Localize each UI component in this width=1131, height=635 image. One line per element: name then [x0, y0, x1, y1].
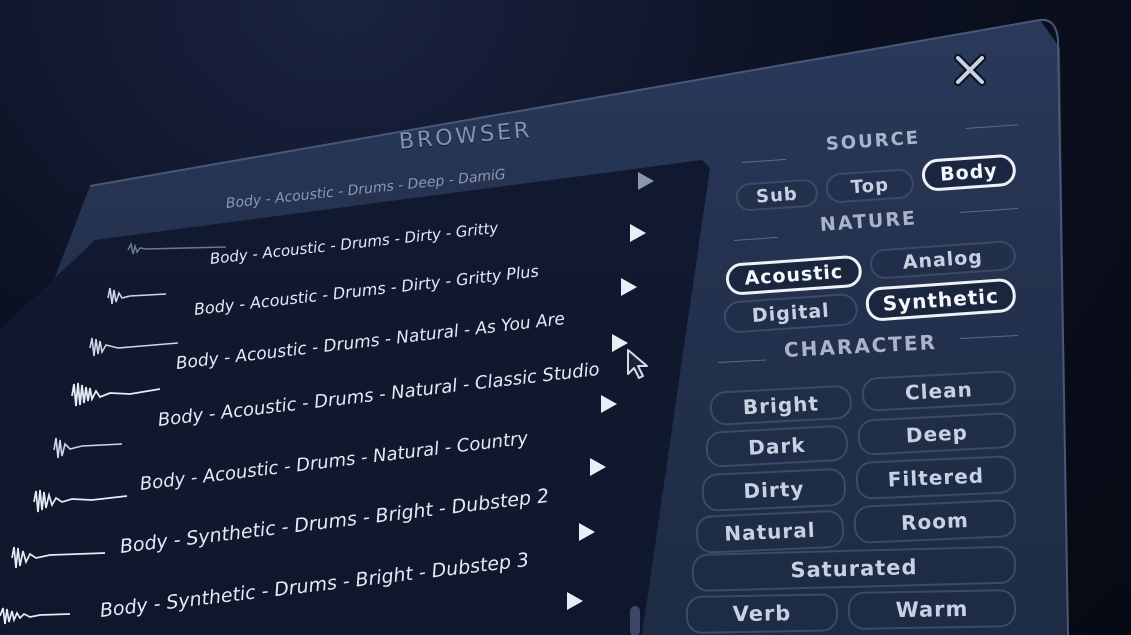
- play-icon[interactable]: [601, 395, 617, 413]
- play-icon[interactable]: [567, 592, 583, 610]
- play-icon[interactable]: [579, 523, 595, 541]
- browser-window: BROWSER Body - Acoustic - Drums - Deep -…: [0, 0, 1131, 635]
- mouse-pointer-icon: [627, 349, 648, 379]
- waveform-icon: [0, 607, 71, 625]
- play-icon[interactable]: [630, 224, 646, 242]
- chip-dark[interactable]: Dark: [705, 424, 849, 468]
- chip-body[interactable]: Body: [920, 153, 1017, 192]
- chip-natural[interactable]: Natural: [695, 509, 845, 554]
- chip-sub[interactable]: Sub: [735, 178, 819, 212]
- waveform-icon: [127, 241, 227, 255]
- waveform-icon: [33, 489, 128, 513]
- chip-room[interactable]: Room: [853, 498, 1017, 544]
- waveform-icon: [89, 337, 179, 357]
- chip-dirty[interactable]: Dirty: [701, 467, 847, 512]
- chip-top[interactable]: Top: [824, 167, 915, 204]
- waveform-icon: [53, 437, 123, 459]
- close-icon: [954, 54, 986, 86]
- chip-warm[interactable]: Warm: [847, 589, 1017, 630]
- list-scrollbar[interactable]: [630, 606, 640, 635]
- chip-verb[interactable]: Verb: [685, 593, 839, 634]
- waveform-icon: [11, 546, 106, 569]
- close-button[interactable]: [952, 54, 988, 86]
- waveform-icon: [71, 382, 161, 407]
- chip-filtered[interactable]: Filtered: [855, 455, 1017, 500]
- play-icon[interactable]: [638, 172, 654, 190]
- play-icon[interactable]: [590, 458, 606, 476]
- waveform-icon: [107, 287, 167, 305]
- play-icon[interactable]: [621, 278, 637, 296]
